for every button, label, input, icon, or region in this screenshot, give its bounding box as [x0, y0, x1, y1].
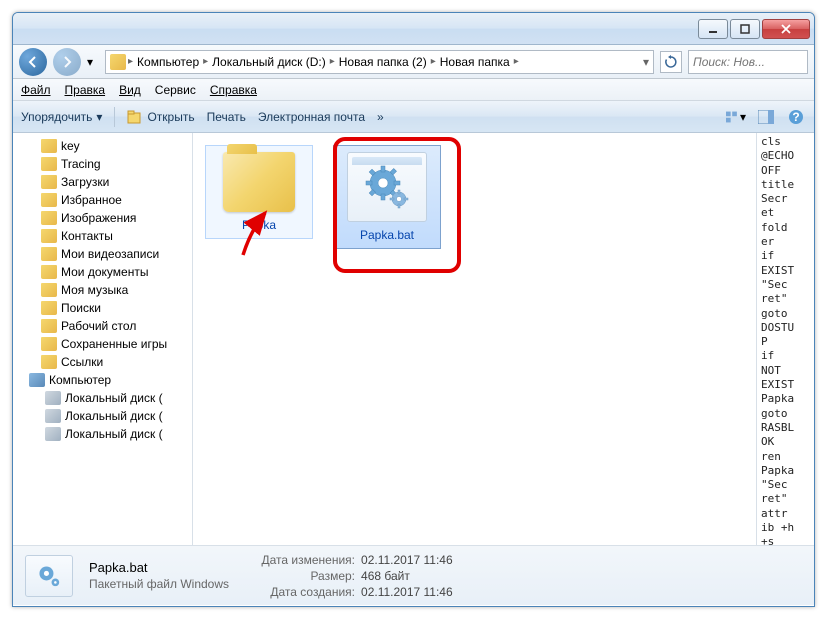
tree-item[interactable]: Мои видеозаписи — [13, 245, 192, 263]
chevron-down-icon: ▾ — [96, 110, 102, 124]
folder-item[interactable]: Papka — [205, 145, 313, 239]
status-value: 468 байт — [361, 569, 410, 583]
tree-item[interactable]: Моя музыка — [13, 281, 192, 299]
status-filetype: Пакетный файл Windows — [89, 577, 229, 591]
preview-pane-button[interactable] — [756, 107, 776, 127]
drive-icon — [45, 391, 61, 405]
back-button[interactable] — [19, 48, 47, 76]
menu-help[interactable]: Справка — [210, 83, 257, 97]
tree-item[interactable]: Загрузки — [13, 173, 192, 191]
tree-item[interactable]: Ссылки — [13, 353, 192, 371]
folder-icon — [110, 54, 126, 70]
batch-file-icon — [347, 152, 427, 222]
search-input[interactable] — [693, 55, 783, 69]
tree-item[interactable]: Рабочий стол — [13, 317, 192, 335]
status-label: Дата создания: — [245, 585, 355, 599]
open-icon — [127, 110, 143, 124]
print-button[interactable]: Печать — [207, 110, 246, 124]
details-pane: Papka.bat Пакетный файл Windows Дата изм… — [13, 545, 814, 605]
toolbar: Упорядочить ▾ Открыть Печать Электронная… — [13, 101, 814, 133]
chevron-right-icon: ▸ — [203, 56, 208, 67]
chevron-right-icon: ▸ — [128, 56, 133, 67]
chevron-right-icon: ▸ — [431, 56, 436, 67]
chevron-right-icon[interactable]: » — [377, 110, 384, 124]
gear-icon — [365, 165, 409, 209]
dropdown-icon[interactable]: ▾ — [643, 55, 649, 69]
folder-icon — [41, 301, 57, 315]
folder-icon — [223, 152, 295, 212]
breadcrumb-item[interactable]: Новая папка — [438, 55, 512, 69]
navigation-tree[interactable]: key Tracing Загрузки Избранное Изображен… — [13, 133, 193, 545]
folder-icon — [41, 139, 57, 153]
folder-icon — [41, 355, 57, 369]
tree-item[interactable]: Сохраненные игры — [13, 335, 192, 353]
folder-icon — [41, 175, 57, 189]
tree-item[interactable]: key — [13, 137, 192, 155]
file-list[interactable]: Papka — [193, 133, 756, 545]
chevron-right-icon: ▸ — [514, 56, 519, 67]
titlebar — [13, 13, 814, 45]
main-area: key Tracing Загрузки Избранное Изображен… — [13, 133, 814, 545]
tree-drive[interactable]: Локальный диск ( — [13, 425, 192, 443]
search-box[interactable] — [688, 50, 808, 74]
file-label: Papka — [242, 218, 276, 232]
status-label: Размер: — [245, 569, 355, 583]
drive-icon — [45, 427, 61, 441]
tree-item[interactable]: Контакты — [13, 227, 192, 245]
folder-icon — [41, 283, 57, 297]
forward-button[interactable] — [53, 48, 81, 76]
folder-icon — [41, 211, 57, 225]
view-options-button[interactable]: ▾ — [726, 107, 746, 127]
maximize-button[interactable] — [730, 19, 760, 39]
preview-pane: cls@ECHOOFFtitleSecretfolderifEXIST"Secr… — [756, 133, 814, 545]
folder-icon — [41, 157, 57, 171]
status-label: Дата изменения: — [245, 553, 355, 567]
file-label: Papka.bat — [360, 228, 414, 242]
svg-text:?: ? — [792, 110, 799, 124]
status-value: 02.11.2017 11:46 — [361, 585, 453, 599]
organize-button[interactable]: Упорядочить ▾ — [21, 110, 102, 124]
separator — [114, 107, 115, 127]
tree-item[interactable]: Поиски — [13, 299, 192, 317]
address-bar[interactable]: ▸ Компьютер ▸ Локальный диск (D:) ▸ Нова… — [105, 50, 654, 74]
tree-drive[interactable]: Локальный диск ( — [13, 389, 192, 407]
menu-tools[interactable]: Сервис — [155, 83, 196, 97]
nav-history-dropdown[interactable]: ▾ — [87, 55, 99, 69]
navigation-bar: ▾ ▸ Компьютер ▸ Локальный диск (D:) ▸ Но… — [13, 45, 814, 79]
batch-file-icon — [25, 555, 73, 597]
folder-icon — [41, 337, 57, 351]
status-filename: Papka.bat — [89, 560, 229, 575]
folder-icon — [41, 229, 57, 243]
tree-item[interactable]: Tracing — [13, 155, 192, 173]
tree-computer[interactable]: Компьютер — [13, 371, 192, 389]
computer-icon — [29, 373, 45, 387]
email-button[interactable]: Электронная почта — [258, 110, 365, 124]
menu-edit[interactable]: Правка — [65, 83, 106, 97]
annotation-arrow-icon — [233, 205, 293, 265]
drive-icon — [45, 409, 61, 423]
status-value: 02.11.2017 11:46 — [361, 553, 453, 567]
file-item-selected[interactable]: Papka.bat — [333, 145, 441, 249]
open-button[interactable]: Открыть — [127, 110, 194, 124]
folder-icon — [41, 265, 57, 279]
menu-view[interactable]: Вид — [119, 83, 141, 97]
breadcrumb-item[interactable]: Локальный диск (D:) — [210, 55, 328, 69]
close-button[interactable] — [762, 19, 810, 39]
menu-file[interactable]: Файл — [21, 83, 51, 97]
breadcrumb-item[interactable]: Новая папка (2) — [337, 55, 429, 69]
folder-icon — [41, 193, 57, 207]
folder-icon — [41, 247, 57, 261]
tree-item[interactable]: Избранное — [13, 191, 192, 209]
tree-item[interactable]: Мои документы — [13, 263, 192, 281]
help-button[interactable]: ? — [786, 107, 806, 127]
minimize-button[interactable] — [698, 19, 728, 39]
explorer-window: ▾ ▸ Компьютер ▸ Локальный диск (D:) ▸ Но… — [12, 12, 815, 607]
folder-icon — [41, 319, 57, 333]
tree-drive[interactable]: Локальный диск ( — [13, 407, 192, 425]
chevron-right-icon: ▸ — [330, 56, 335, 67]
breadcrumb-item[interactable]: Компьютер — [135, 55, 201, 69]
menu-bar: Файл Правка Вид Сервис Справка — [13, 79, 814, 101]
tree-item[interactable]: Изображения — [13, 209, 192, 227]
refresh-button[interactable] — [660, 51, 682, 73]
